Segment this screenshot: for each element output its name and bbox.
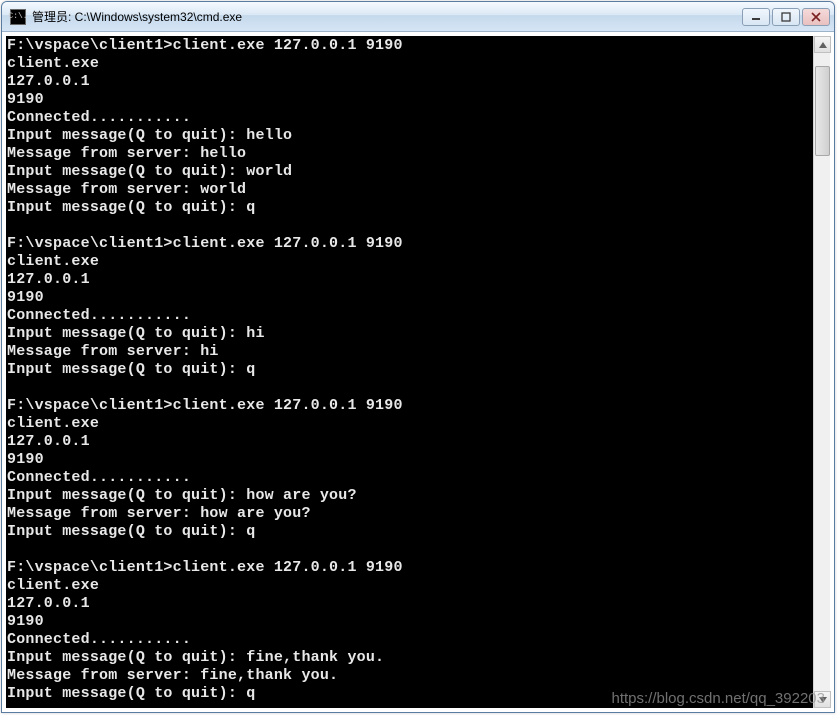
terminal-line: 9190 [7,613,813,631]
terminal-line [7,703,813,708]
terminal-line: 9190 [7,451,813,469]
terminal-line: Message from server: hi [7,343,813,361]
terminal-line: F:\vspace\client1>client.exe 127.0.0.1 9… [7,235,813,253]
terminal-line: 127.0.0.1 [7,271,813,289]
terminal-line [7,217,813,235]
terminal-line: Connected........... [7,109,813,127]
terminal-line: Input message(Q to quit): how are you? [7,487,813,505]
terminal-line: Input message(Q to quit): hello [7,127,813,145]
terminal-line: Input message(Q to quit): q [7,523,813,541]
terminal-line: F:\vspace\client1>client.exe 127.0.0.1 9… [7,37,813,55]
terminal-line: Input message(Q to quit): q [7,361,813,379]
terminal-line [7,541,813,559]
terminal-line: Input message(Q to quit): fine,thank you… [7,649,813,667]
chevron-down-icon [819,697,827,703]
terminal-line: Connected........... [7,469,813,487]
client-area: F:\vspace\client1>client.exe 127.0.0.1 9… [2,32,834,712]
terminal-line: 127.0.0.1 [7,73,813,91]
titlebar[interactable]: C:\. 管理员: C:\Windows\system32\cmd.exe [2,2,834,32]
scroll-up-button[interactable] [814,36,831,53]
terminal-line: Message from server: how are you? [7,505,813,523]
terminal-line: Input message(Q to quit): q [7,685,813,703]
vertical-scrollbar[interactable] [813,36,830,708]
terminal-line: F:\vspace\client1>client.exe 127.0.0.1 9… [7,397,813,415]
scroll-down-button[interactable] [814,691,831,708]
terminal-line: Input message(Q to quit): q [7,199,813,217]
terminal-line: F:\vspace\client1>client.exe 127.0.0.1 9… [7,559,813,577]
terminal-line: client.exe [7,253,813,271]
close-button[interactable] [802,8,830,26]
scroll-thumb[interactable] [815,66,830,156]
close-icon [811,12,821,22]
terminal-line: Input message(Q to quit): world [7,163,813,181]
maximize-icon [781,12,791,22]
terminal-line: 127.0.0.1 [7,595,813,613]
terminal-line: Message from server: fine,thank you. [7,667,813,685]
terminal-line: Connected........... [7,631,813,649]
terminal-line: Input message(Q to quit): hi [7,325,813,343]
terminal-line: Message from server: world [7,181,813,199]
cmd-window: C:\. 管理员: C:\Windows\system32\cmd.exe F:… [1,1,835,713]
chevron-up-icon [819,42,827,48]
terminal-line: Message from server: hello [7,145,813,163]
terminal-line: client.exe [7,415,813,433]
maximize-button[interactable] [772,8,800,26]
app-icon: C:\. [10,9,26,25]
terminal-line: client.exe [7,577,813,595]
terminal-line: 127.0.0.1 [7,433,813,451]
terminal-line: 9190 [7,289,813,307]
terminal-line: Connected........... [7,307,813,325]
terminal-output[interactable]: F:\vspace\client1>client.exe 127.0.0.1 9… [6,36,813,708]
minimize-button[interactable] [742,8,770,26]
terminal-line [7,379,813,397]
terminal-line: 9190 [7,91,813,109]
window-controls [742,8,830,26]
terminal-line: client.exe [7,55,813,73]
window-title: 管理员: C:\Windows\system32\cmd.exe [32,8,742,25]
minimize-icon [751,13,761,21]
